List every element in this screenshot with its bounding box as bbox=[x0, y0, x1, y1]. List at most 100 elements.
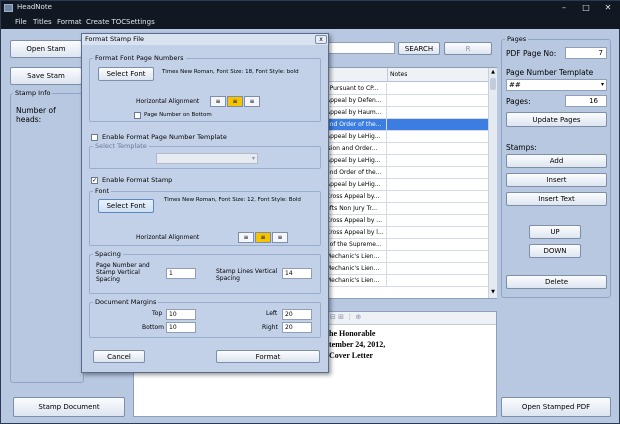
table-row[interactable]: Cross Appeal by l... bbox=[324, 227, 488, 239]
select-font-button[interactable]: Select Font bbox=[98, 67, 154, 81]
format-stamp-dialog: Format Stamp File x Format Font Page Num… bbox=[81, 33, 329, 373]
enable-format-stamp-checkbox[interactable]: ✓ bbox=[91, 177, 98, 184]
row-title: l of the Supreme... bbox=[324, 239, 387, 250]
save-stamp-button[interactable]: Save Stam bbox=[10, 67, 82, 85]
bottom-input[interactable]: 10 bbox=[166, 322, 196, 333]
table-row[interactable]: ision and Order... bbox=[324, 143, 488, 155]
search-input[interactable] bbox=[326, 42, 395, 54]
template-dropdown[interactable]: ▾ bbox=[156, 153, 258, 164]
row-title: and Order of the... bbox=[324, 119, 387, 130]
horizontal-alignment-2-label: Horizontal Alignment bbox=[136, 234, 200, 241]
table-row[interactable]: Appeal by LeHig... bbox=[324, 179, 488, 191]
menu-settings[interactable]: Settings bbox=[126, 18, 155, 26]
page-spacing-input[interactable]: 1 bbox=[166, 268, 196, 279]
maximize-icon[interactable]: □ bbox=[575, 2, 597, 13]
chevron-down-icon: ▾ bbox=[600, 81, 604, 88]
up-button[interactable]: UP bbox=[529, 225, 581, 239]
row-title: Cross Appeal by... bbox=[324, 191, 387, 202]
table-row[interactable]: Mechanic's Lien... bbox=[324, 275, 488, 287]
table-row[interactable]: l Pursuant to CP... bbox=[324, 83, 488, 95]
menu-bar: File Titles Format Create TOC Settings bbox=[1, 15, 620, 29]
enable-page-template-checkbox[interactable] bbox=[91, 134, 98, 141]
stamp-lines-input[interactable]: 14 bbox=[282, 268, 312, 279]
document-margins-group: Document Margins Top 10 Bottom 10 Left 2… bbox=[89, 298, 321, 338]
format-font-page-numbers-label: Format Font Page Numbers bbox=[93, 54, 186, 62]
align-left-icon[interactable]: ≡ bbox=[210, 96, 226, 107]
right-input[interactable]: 20 bbox=[282, 322, 312, 333]
select-template-label: Select Template bbox=[93, 142, 149, 150]
row-title: Cross Appeal by l... bbox=[324, 227, 387, 238]
open-stamped-pdf-button[interactable]: Open Stamped PDF bbox=[501, 397, 611, 417]
table-row[interactable]: and Order of the... bbox=[324, 119, 488, 131]
font-description-1: Times New Roman, Font Size: 18, Font Sty… bbox=[162, 69, 299, 75]
open-stamp-button[interactable]: Open Stam bbox=[10, 40, 82, 58]
preview-text: he Honorable tember 24, 2012, Cover Lett… bbox=[329, 328, 385, 361]
row-title: Appeal by LeHig... bbox=[324, 131, 387, 142]
menu-titles[interactable]: Titles bbox=[33, 18, 52, 26]
minimize-icon[interactable]: – bbox=[553, 2, 575, 13]
enable-format-stamp-label: Enable Format Stamp bbox=[102, 176, 173, 184]
align-center-icon[interactable]: ≡ bbox=[227, 96, 243, 107]
close-icon[interactable]: ✕ bbox=[597, 2, 619, 13]
menu-format[interactable]: Format bbox=[57, 18, 82, 26]
select-font-2-button[interactable]: Select Font bbox=[98, 199, 154, 213]
cancel-button[interactable]: Cancel bbox=[93, 350, 145, 363]
font-group-label: Font bbox=[93, 187, 112, 195]
spacing-label: Spacing bbox=[93, 250, 123, 258]
number-of-heads-label: Number of heads: bbox=[16, 106, 56, 124]
pdf-page-input[interactable]: 7 bbox=[565, 47, 607, 59]
add-button[interactable]: Add bbox=[506, 154, 607, 168]
stamp-lines-label: Stamp Lines Vertical Spacing bbox=[216, 268, 278, 282]
table-row[interactable]: Cross Appeal by ... bbox=[324, 215, 488, 227]
insert-text-button[interactable]: Insert Text bbox=[506, 192, 607, 206]
row-title: Appeal by Haum... bbox=[324, 107, 387, 118]
left-input[interactable]: 20 bbox=[282, 309, 312, 320]
template-select[interactable]: ## ▾ bbox=[506, 79, 607, 91]
menu-file[interactable]: File bbox=[15, 18, 27, 26]
table-row[interactable]: Appeal by LeHig... bbox=[324, 155, 488, 167]
preview-line-1: he Honorable bbox=[329, 329, 376, 338]
table-row[interactable]: Appeal by Haum... bbox=[324, 107, 488, 119]
format-font-page-numbers-group: Format Font Page Numbers Select Font Tim… bbox=[89, 54, 321, 122]
align-left-2-icon[interactable]: ≡ bbox=[238, 232, 254, 243]
table-row[interactable]: l of the Supreme... bbox=[324, 239, 488, 251]
table-row[interactable]: and Order of the... bbox=[324, 167, 488, 179]
align-right-icon[interactable]: ≡ bbox=[244, 96, 260, 107]
pages-stepper[interactable]: 16 bbox=[565, 95, 607, 107]
preview-line-3: Cover Letter bbox=[329, 351, 374, 360]
top-input[interactable]: 10 bbox=[166, 309, 196, 320]
preview-line-2: tember 24, 2012, bbox=[329, 340, 386, 349]
delete-button[interactable]: Delete bbox=[506, 275, 607, 289]
toolbar-icons[interactable]: ⊟ ⊞ ⋮ ⊕ bbox=[330, 313, 361, 321]
main-window: HeadNote – □ ✕ File Titles Format Create… bbox=[0, 0, 620, 424]
search-button[interactable]: SEARCH bbox=[398, 42, 440, 55]
page-number-bottom-checkbox[interactable] bbox=[134, 112, 141, 119]
row-title: Appeal by LeHig... bbox=[324, 155, 387, 166]
align-right-2-icon[interactable]: ≡ bbox=[272, 232, 288, 243]
down-button[interactable]: DOWN bbox=[529, 244, 581, 258]
table-row[interactable]: ufts Non Jury Tr... bbox=[324, 203, 488, 215]
row-title: ufts Non Jury Tr... bbox=[324, 203, 387, 214]
table-row[interactable]: Appeal by Defen... bbox=[324, 95, 488, 107]
table-row[interactable]: Cross Appeal by... bbox=[324, 191, 488, 203]
dialog-close-button[interactable]: x bbox=[315, 35, 327, 44]
template-value: ## bbox=[509, 81, 521, 89]
table-scrollbar[interactable]: ▲ ▼ bbox=[488, 68, 497, 298]
scrollbar-thumb[interactable] bbox=[490, 78, 496, 90]
search-extra-button[interactable]: R bbox=[444, 42, 492, 55]
pdf-page-label: PDF Page No: bbox=[506, 49, 557, 58]
insert-button[interactable]: Insert bbox=[506, 173, 607, 187]
stamps-label: Stamps: bbox=[506, 143, 537, 152]
format-button[interactable]: Format bbox=[216, 350, 320, 363]
spacing-group: Spacing Page Number and Stamp Vertical S… bbox=[89, 250, 321, 294]
table-row[interactable]: Mechanic's Lien... bbox=[324, 251, 488, 263]
stamp-document-button[interactable]: Stamp Document bbox=[13, 397, 125, 417]
font-description-2: Times New Roman, Font Size: 12, Font Sty… bbox=[164, 197, 301, 203]
menu-create-toc[interactable]: Create TOC bbox=[86, 18, 126, 26]
table-row[interactable]: Appeal by LeHig... bbox=[324, 131, 488, 143]
align-center-2-icon[interactable]: ≡ bbox=[255, 232, 271, 243]
row-title: Appeal by Defen... bbox=[324, 95, 387, 106]
update-pages-button[interactable]: Update Pages bbox=[506, 112, 607, 127]
table-row[interactable]: Mechanic's Lien... bbox=[324, 263, 488, 275]
title-bar: HeadNote – □ ✕ bbox=[1, 1, 620, 15]
